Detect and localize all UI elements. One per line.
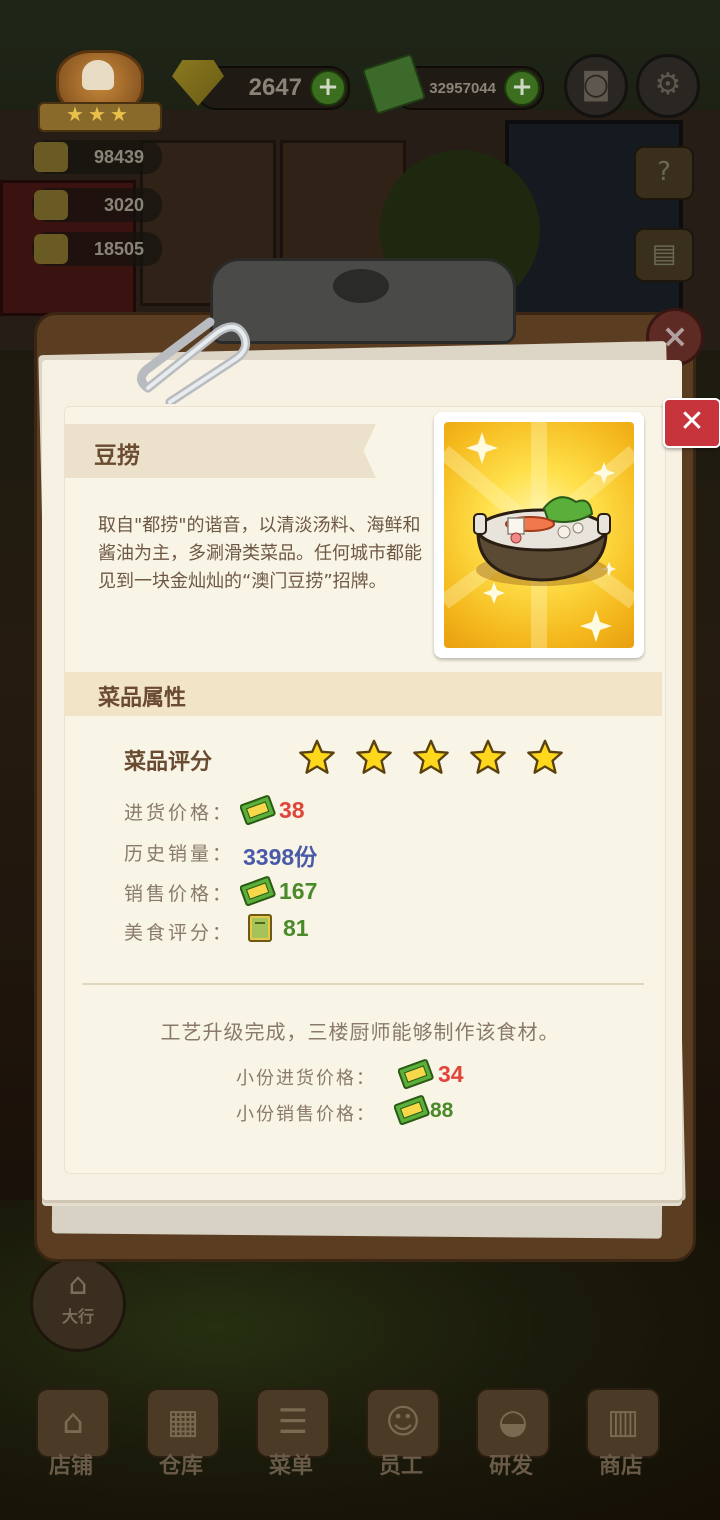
add-cash-button[interactable]: + <box>504 70 540 106</box>
divider <box>82 983 644 985</box>
purchase-price-value: 38 <box>279 797 305 823</box>
gear-icon: ⚙ <box>654 67 682 102</box>
star-icon <box>413 739 449 774</box>
hall-label: 大行 <box>61 1307 94 1326</box>
star-icon: ★ <box>66 102 84 126</box>
recipe-book-icon <box>248 914 272 942</box>
sales-history-label: 历史销量： <box>124 843 235 865</box>
help-book-button[interactable]: ? <box>634 146 694 200</box>
cash-bill-icon <box>240 876 276 907</box>
hall-button[interactable]: ⌂ 大行 <box>30 1256 126 1352</box>
paperclip-icon <box>137 317 251 404</box>
food-score-label: 美食评分： <box>124 922 235 944</box>
menu-book-button[interactable]: ▤ <box>634 228 694 282</box>
pot-icon <box>34 142 68 172</box>
star-icon <box>527 739 563 774</box>
small-sale-value: 88 <box>430 1099 454 1122</box>
cash-bill-icon <box>240 795 276 826</box>
upgrade-note: 工艺升级完成，三楼厨师能够制作该食材。 <box>160 1020 560 1044</box>
small-purchase-value: 34 <box>438 1061 464 1087</box>
hotpot-illustration <box>444 422 634 648</box>
food-score-value: 81 <box>283 915 309 941</box>
star-icon <box>470 739 506 774</box>
nav-store[interactable]: ▥ 商店 <box>566 1380 676 1520</box>
star-icon <box>299 739 335 774</box>
purchase-price-label: 进货价格： <box>124 802 235 824</box>
close-icon: ✕ <box>679 404 705 439</box>
sale-price-label: 销售价格： <box>124 883 235 905</box>
dish-name: 豆捞 <box>94 443 140 469</box>
red-book-icon: ▤ <box>651 239 677 269</box>
nav-research[interactable]: ◒ 研发 <box>456 1380 566 1520</box>
cash-bill-icon <box>398 1059 434 1090</box>
stat-recipes: 18505 <box>32 232 162 266</box>
stat-reputation: 98439 <box>32 140 162 174</box>
dish-image-card <box>444 422 634 648</box>
chef-hat-icon <box>82 60 114 90</box>
bottom-navigation: ⌂ 店铺 ▦ 仓库 ☰ 菜单 ☺ 员工 ◒ 研发 ▥ 商店 <box>0 1380 720 1520</box>
chef-level-badge[interactable]: ★ ★ ★ <box>38 50 162 132</box>
section-title: 菜品属性 <box>98 686 187 711</box>
sale-price-value: 167 <box>279 878 318 904</box>
close-button[interactable]: ✕ <box>663 398 720 448</box>
dish-attributes-header: 菜品属性 <box>64 672 662 716</box>
nav-shop[interactable]: ⌂ 店铺 <box>16 1380 126 1520</box>
stat-customers: 3020 <box>32 188 162 222</box>
gem-count: 2647 <box>248 74 302 101</box>
star-icon: ★ <box>88 102 106 126</box>
nav-staff[interactable]: ☺ 员工 <box>346 1380 456 1520</box>
cash-count: 32957044 <box>429 79 496 97</box>
dish-title-ribbon: 豆捞 <box>64 424 376 478</box>
dish-description: 取自"都捞"的谐音，以清淡汤料、海鲜和酱油为主，多涮滑类菜品。任何城市都能见到一… <box>98 515 422 592</box>
star-icon: ★ <box>110 102 128 126</box>
small-sale-label: 小份销售价格： <box>236 1104 376 1125</box>
settings-button[interactable]: ⚙ <box>636 54 700 118</box>
nav-menu[interactable]: ☰ 菜单 <box>236 1380 346 1520</box>
sales-history-value: 3398份 <box>243 844 318 870</box>
cash-bill-icon <box>394 1095 430 1126</box>
dish-rating-label: 菜品评分 <box>124 750 213 775</box>
camera-button[interactable]: ◙ <box>564 54 628 118</box>
add-gems-button[interactable]: + <box>310 70 346 106</box>
question-book-icon: ? <box>657 157 671 187</box>
star-icon <box>356 739 392 774</box>
house-icon: ⌂ <box>68 1267 88 1302</box>
dish-image-frame <box>434 412 644 658</box>
camera-icon: ◙ <box>581 67 611 102</box>
top-hud: ★ ★ ★ 2647 + 32957044 + ◙ ⚙ <box>0 0 720 132</box>
book-icon <box>34 234 68 264</box>
small-purchase-label: 小份进货价格： <box>236 1068 376 1089</box>
chef-icon <box>34 190 68 220</box>
nav-warehouse[interactable]: ▦ 仓库 <box>126 1380 236 1520</box>
